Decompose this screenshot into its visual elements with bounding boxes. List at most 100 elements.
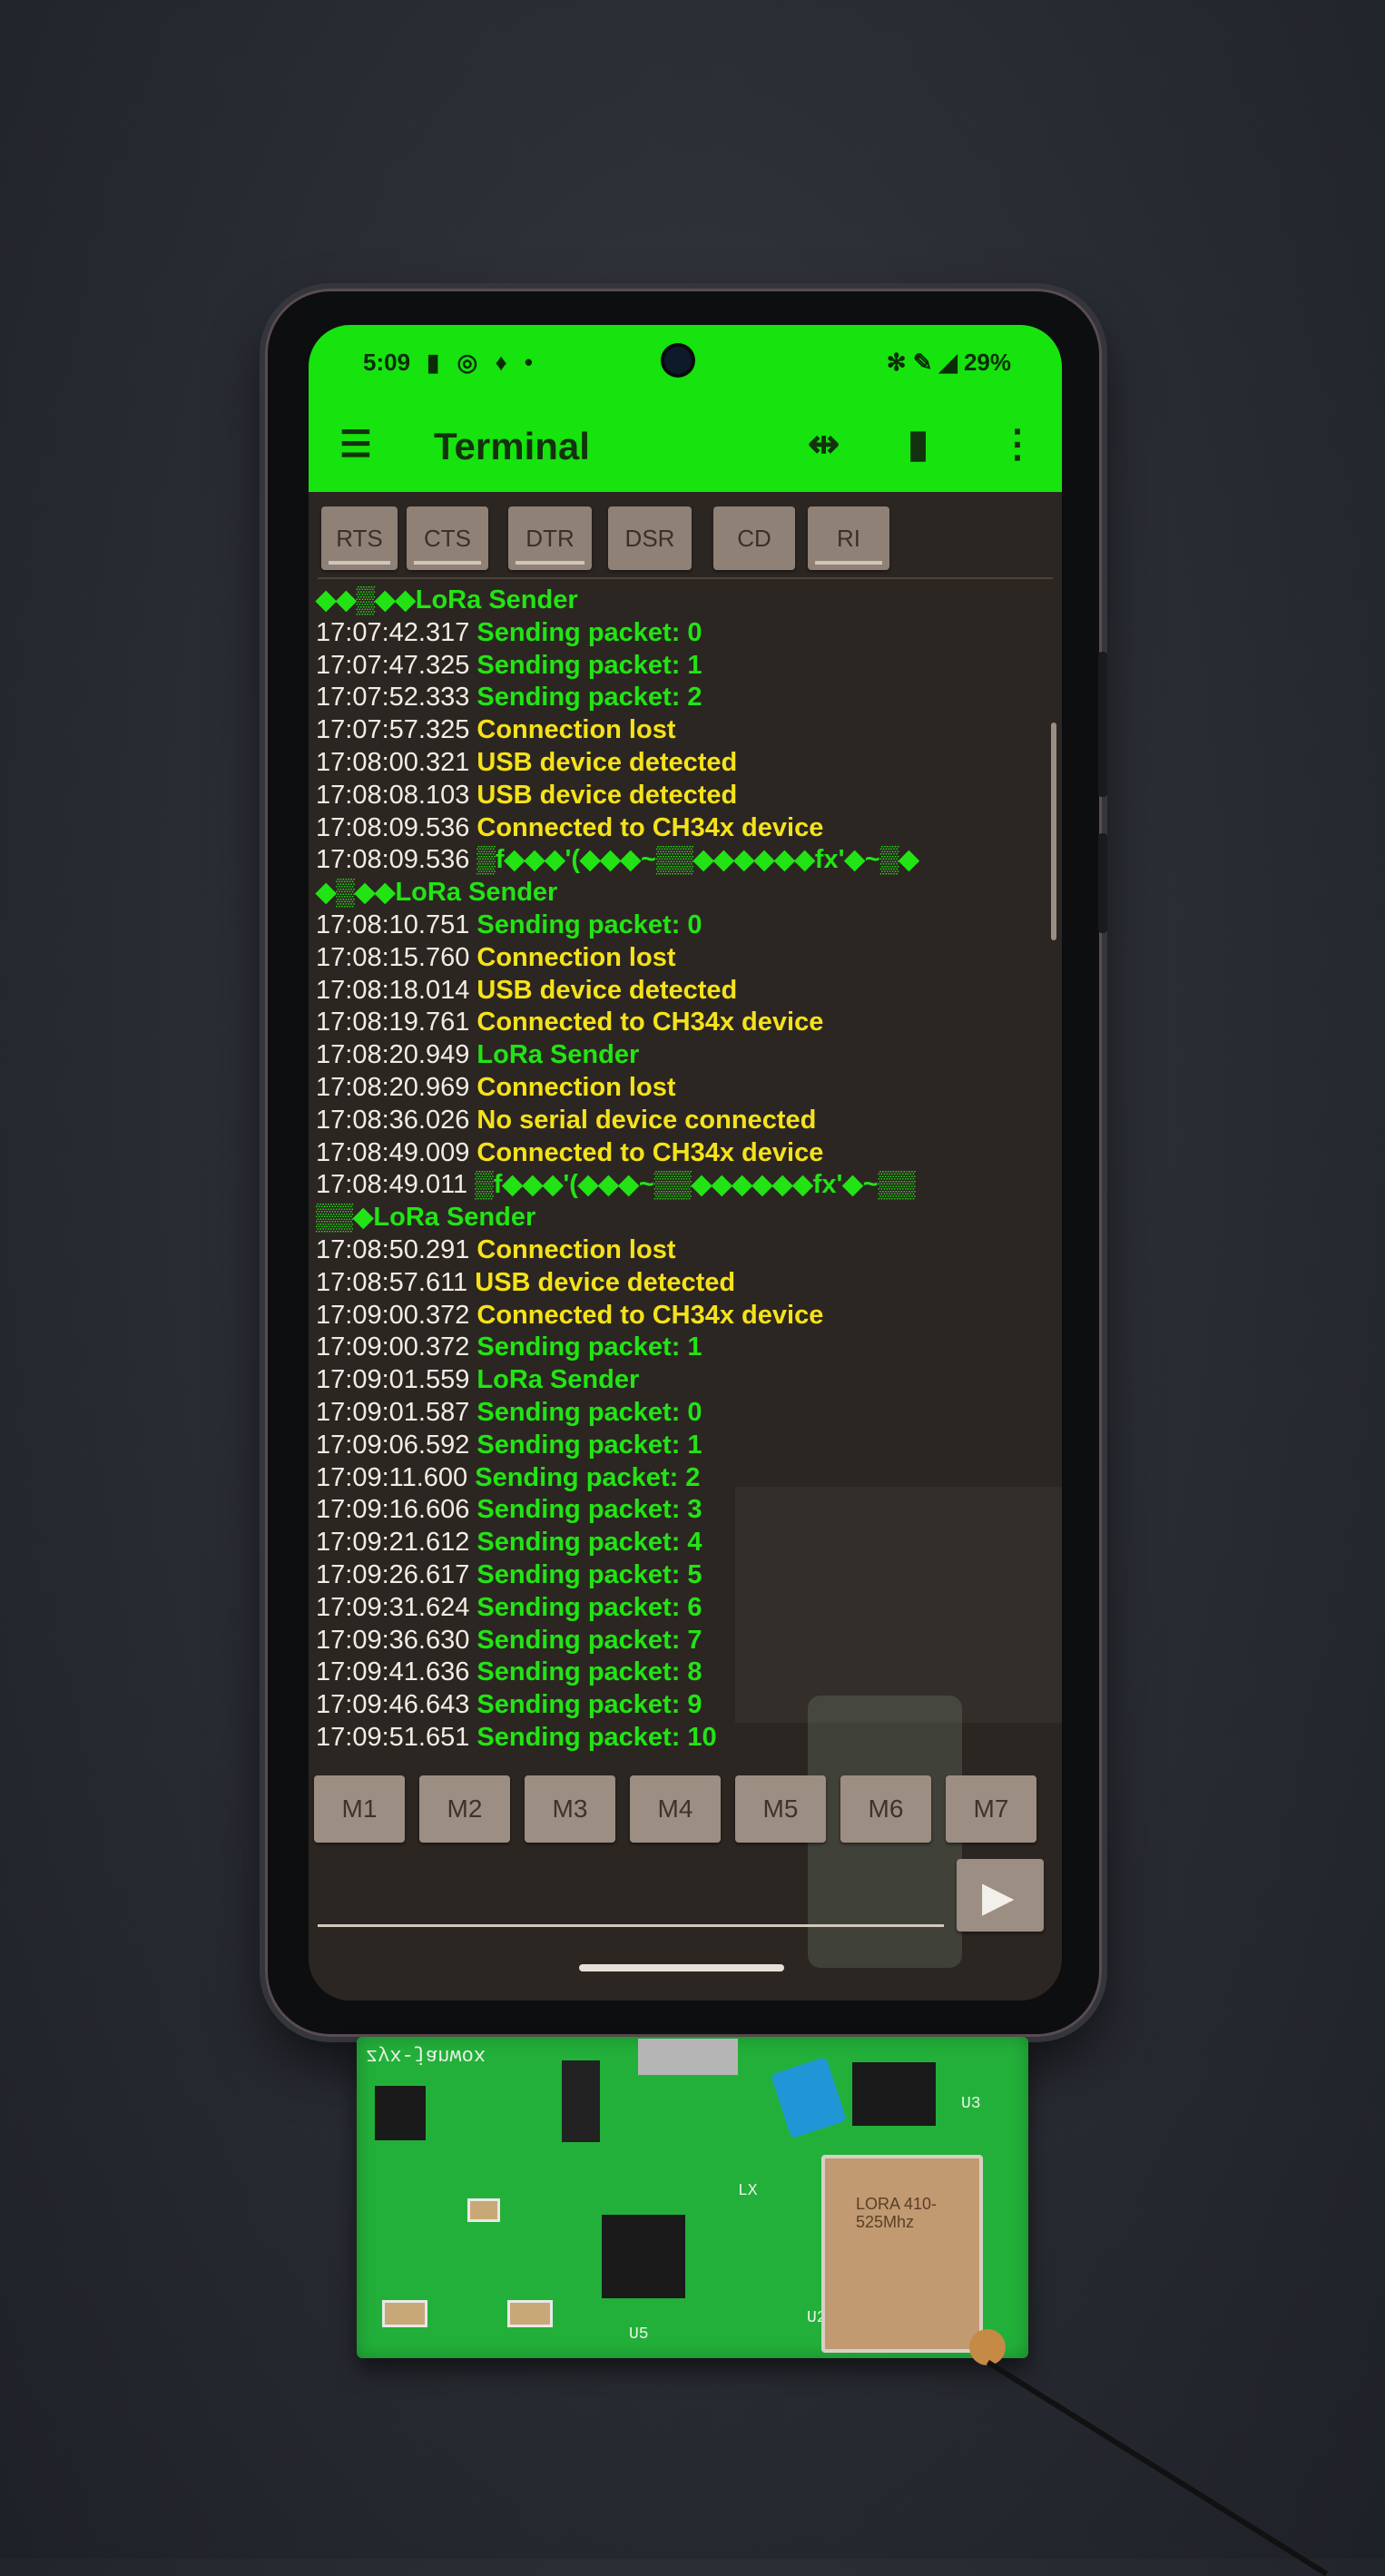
rts-button[interactable]: RTS (321, 506, 398, 570)
terminal-timestamp: 17:08:57.611 (316, 1267, 468, 1297)
terminal-line: 17:09:36.630 Sending packet: 7 (316, 1625, 1033, 1657)
terminal-line: 17:09:06.592 Sending packet: 1 (316, 1430, 1033, 1462)
terminal-message: Connected to CH34x device (476, 812, 824, 842)
menu-icon[interactable]: ☰ (339, 427, 372, 463)
terminal-message: Sending packet: 9 (476, 1690, 702, 1720)
control-lines-row: RTS CTS DTR DSR CD RI (309, 497, 1062, 579)
terminal-timestamp: 17:09:06.592 (316, 1430, 470, 1460)
dtr-label: DTR (526, 525, 575, 552)
terminal-timestamp: 17:08:09.536 (316, 845, 470, 875)
terminal-message: Sending packet: 0 (476, 1397, 702, 1427)
dsr-label: DSR (624, 525, 675, 552)
macro-button-m6[interactable]: M6 (840, 1775, 931, 1843)
terminal-message: Sending packet: 3 (476, 1495, 702, 1525)
smd-capacitor (507, 2300, 553, 2327)
terminal-timestamp: 17:08:18.014 (316, 975, 470, 1005)
power-button (1098, 833, 1107, 933)
terminal-line: 17:08:19.761 Connected to CH34x device (316, 1007, 1033, 1039)
divider (318, 577, 1053, 579)
macro-button-m7[interactable]: M7 (946, 1775, 1036, 1843)
terminal-line: 17:08:36.026 No serial device connected (316, 1105, 1033, 1137)
dtr-button[interactable]: DTR (508, 506, 592, 570)
macro-label: M2 (447, 1794, 483, 1823)
usb-connector (638, 2039, 738, 2075)
antenna-connector (969, 2329, 1006, 2365)
page-title: Terminal (434, 425, 590, 467)
terminal-line: ◆▒◆◆LoRa Sender (316, 877, 1033, 909)
terminal-message: Sending packet: 1 (476, 1430, 702, 1460)
terminal-line: 17:09:01.587 Sending packet: 0 (316, 1397, 1033, 1430)
terminal-timestamp: 17:08:49.009 (316, 1137, 470, 1167)
macro-button-m3[interactable]: M3 (525, 1775, 615, 1843)
macro-button-m2[interactable]: M2 (419, 1775, 510, 1843)
home-gesture-bar[interactable] (579, 1964, 784, 1971)
terminal-timestamp: 17:08:50.291 (316, 1234, 470, 1264)
terminal-message: Connection lost (476, 1234, 676, 1264)
trash-icon[interactable]: ▮ (908, 421, 928, 466)
terminal-line: 17:09:26.617 Sending packet: 5 (316, 1559, 1033, 1592)
terminal-timestamp: 17:08:08.103 (316, 780, 470, 810)
terminal-timestamp: 17:08:10.751 (316, 909, 470, 939)
terminal-message: LoRa Sender (476, 1040, 640, 1070)
scrollbar[interactable] (1051, 723, 1056, 940)
terminal-message: Sending packet: 7 (476, 1625, 702, 1655)
terminal-timestamp: 17:09:00.372 (316, 1332, 470, 1362)
macro-button-m5[interactable]: M5 (735, 1775, 826, 1843)
terminal-message: Connected to CH34x device (476, 1137, 824, 1167)
terminal-line: 17:07:57.325 Connection lost (316, 714, 1033, 747)
terminal-message: Connection lost (476, 942, 676, 972)
terminal-message: LoRa Sender (476, 1365, 640, 1395)
smd-capacitor (382, 2300, 427, 2327)
terminal-timestamp: 17:08:15.760 (316, 942, 470, 972)
terminal-line: 17:09:16.606 Sending packet: 3 (316, 1494, 1033, 1527)
macro-button-m1[interactable]: M1 (314, 1775, 405, 1843)
terminal-output[interactable]: ◆◆▒◆◆LoRa Sender 17:07:42.317 Sending pac… (316, 585, 1033, 1755)
terminal-line: 17:08:08.103 USB device detected (316, 780, 1033, 812)
terminal-line: 17:09:31.624 Sending packet: 6 (316, 1592, 1033, 1625)
terminal-line: 17:08:49.011 ▒f◆◆◆'(◆◆◆~▒▒◆◆◆◆◆◆fx'◆~▒▒ (316, 1169, 1033, 1202)
terminal-message: Connection lost (476, 1072, 676, 1102)
terminal-timestamp: 17:07:52.333 (316, 683, 470, 713)
terminal-timestamp: 17:09:31.624 (316, 1592, 470, 1622)
mcu-chip (602, 2215, 685, 2298)
terminal-line: 17:08:15.760 Connection lost (316, 942, 1033, 975)
terminal-message: Sending packet: 4 (476, 1528, 702, 1558)
terminal-line: 17:09:21.612 Sending packet: 4 (316, 1527, 1033, 1559)
terminal-timestamp: 17:09:46.643 (316, 1690, 470, 1720)
phone-screen: 5:09 ▮ ◎ ♦ • ✻ ✎ ◢ 29% ☰ Terminal ⇹ ▮ ⋮ … (309, 325, 1062, 2001)
ri-indicator: RI (808, 506, 889, 570)
terminal-line: 17:08:10.751 Sending packet: 0 (316, 909, 1033, 942)
ri-label: RI (837, 525, 860, 552)
macro-label: M5 (762, 1794, 799, 1823)
macro-label: M6 (868, 1794, 904, 1823)
pcb-label-u5: U5 (629, 2325, 649, 2344)
terminal-line: 17:07:52.333 Sending packet: 2 (316, 682, 1033, 714)
more-vert-icon[interactable]: ⋮ (998, 421, 1036, 466)
cd-indicator: CD (713, 506, 795, 570)
dsr-indicator: DSR (608, 506, 692, 570)
lora-module: LORA 410-525Mhz (821, 2155, 983, 2353)
macro-label: M1 (341, 1794, 378, 1823)
usb-icon[interactable]: ⇹ (808, 421, 840, 466)
terminal-message: ◆◆▒◆◆LoRa Sender (316, 585, 578, 615)
terminal-timestamp: 17:07:42.317 (316, 617, 470, 647)
terminal-line: 17:08:20.969 Connection lost (316, 1072, 1033, 1105)
terminal-line: 17:09:41.636 Sending packet: 8 (316, 1657, 1033, 1689)
front-camera (664, 347, 692, 374)
macro-button-m4[interactable]: M4 (630, 1775, 721, 1843)
terminal-message: ▒▒◆LoRa Sender (316, 1203, 536, 1233)
terminal-line: 17:08:20.949 LoRa Sender (316, 1039, 1033, 1072)
send-button[interactable]: ▶ (957, 1859, 1044, 1932)
terminal-line: 17:09:51.651 Sending packet: 10 (316, 1722, 1033, 1755)
status-time: 5:09 (363, 349, 411, 376)
send-text-input[interactable] (318, 1868, 948, 1924)
terminal-timestamp: 17:08:49.011 (316, 1170, 468, 1200)
terminal-message: USB device detected (476, 780, 738, 810)
smd-resistor (467, 2198, 500, 2222)
lora-module-text: LORA 410-525Mhz (856, 2195, 938, 2231)
terminal-message: ◆▒◆◆LoRa Sender (316, 878, 558, 908)
soic-chip (852, 2062, 936, 2126)
terminal-timestamp: 17:08:00.321 (316, 747, 470, 777)
terminal-timestamp: 17:07:47.325 (316, 650, 470, 680)
terminal-line: 17:09:46.643 Sending packet: 9 (316, 1689, 1033, 1722)
